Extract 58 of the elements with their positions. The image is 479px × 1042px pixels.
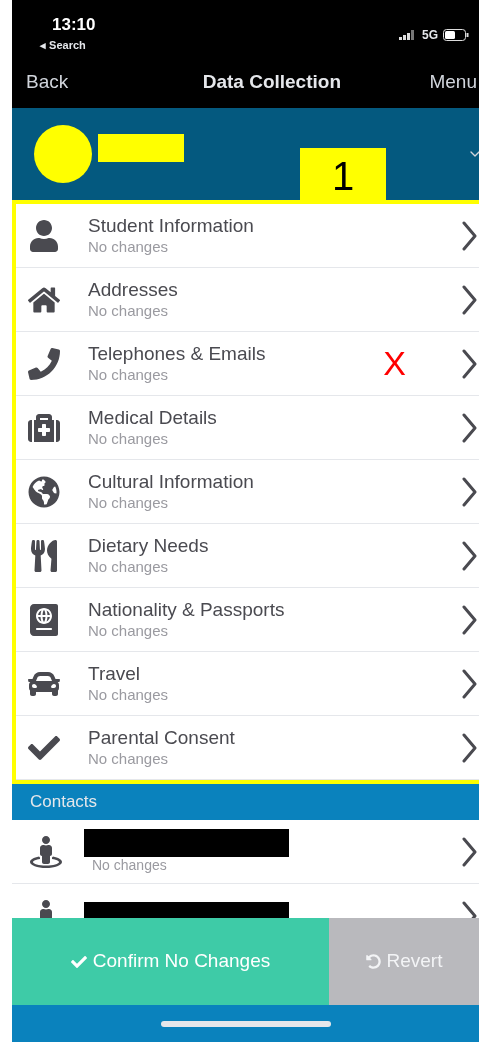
- menu-button[interactable]: Menu: [429, 67, 477, 97]
- section-status: No changes: [88, 366, 170, 385]
- chevron-right-icon: [462, 732, 477, 763]
- section-status: No changes: [88, 750, 170, 769]
- person-icon: [28, 219, 60, 252]
- section-row[interactable]: Addresses No changes: [16, 268, 479, 332]
- undo-icon: [365, 954, 381, 969]
- section-title: Addresses: [88, 278, 179, 302]
- annotation-mark: X: [383, 343, 406, 384]
- chevron-right-icon: [462, 668, 477, 699]
- section-row[interactable]: Medical Details No changes: [16, 396, 479, 460]
- section-title: Travel: [88, 662, 142, 686]
- section-row[interactable]: Nationality & Passports No changes: [16, 588, 479, 652]
- contacts-heading: Contacts: [30, 791, 98, 814]
- back-button[interactable]: Back: [26, 67, 69, 97]
- section-row[interactable]: Parental Consent No changes: [16, 716, 479, 780]
- section-status: No changes: [88, 430, 170, 449]
- section-status: No changes: [88, 686, 170, 705]
- section-title: Telephones & Emails: [88, 342, 267, 366]
- chevron-right-icon: [462, 412, 477, 443]
- fork-knife-icon: [28, 539, 60, 572]
- section-title: Nationality & Passports: [88, 598, 286, 622]
- person-pin-icon: [30, 835, 62, 868]
- section-row[interactable]: Student Information No changes: [16, 204, 479, 268]
- chevron-right-icon: [462, 348, 477, 379]
- contact-status: No changes: [91, 856, 168, 875]
- status-time: 13:10: [51, 16, 96, 33]
- chevron-right-icon: [462, 836, 477, 867]
- chevron-right-icon: [462, 540, 477, 571]
- chevron-right-icon: [462, 476, 477, 507]
- section-title: Dietary Needs: [88, 534, 210, 558]
- section-row[interactable]: Telephones & Emails No changes X: [16, 332, 479, 396]
- section-title: Cultural Information: [88, 470, 255, 494]
- globe-icon: [28, 475, 60, 508]
- section-title: Medical Details: [88, 406, 218, 430]
- page-title: Data Collection: [202, 69, 341, 94]
- medical-kit-icon: [28, 411, 60, 444]
- chevron-right-icon: [462, 604, 477, 635]
- signal-icon: [399, 30, 417, 40]
- section-status: No changes: [88, 302, 170, 321]
- section-status: No changes: [88, 558, 170, 577]
- section-status: No changes: [88, 494, 170, 513]
- section-row[interactable]: Travel No changes: [16, 652, 479, 716]
- section-row[interactable]: Dietary Needs No changes: [16, 524, 479, 588]
- phone-icon: [28, 347, 60, 380]
- network-label: 5G: [422, 27, 438, 44]
- battery-icon: [443, 29, 469, 41]
- section-status: No changes: [88, 238, 170, 257]
- chevron-right-icon: [462, 284, 477, 315]
- passport-icon: [28, 603, 60, 636]
- section-title: Student Information: [88, 214, 255, 238]
- chevron-right-icon: [462, 220, 477, 251]
- section-status: No changes: [88, 622, 170, 641]
- section-title: Parental Consent: [88, 726, 236, 750]
- back-to-app-link[interactable]: ◂ Search: [40, 37, 96, 54]
- section-row[interactable]: Cultural Information No changes: [16, 460, 479, 524]
- avatar-redaction: [34, 125, 92, 183]
- checkmark-icon: [70, 953, 87, 970]
